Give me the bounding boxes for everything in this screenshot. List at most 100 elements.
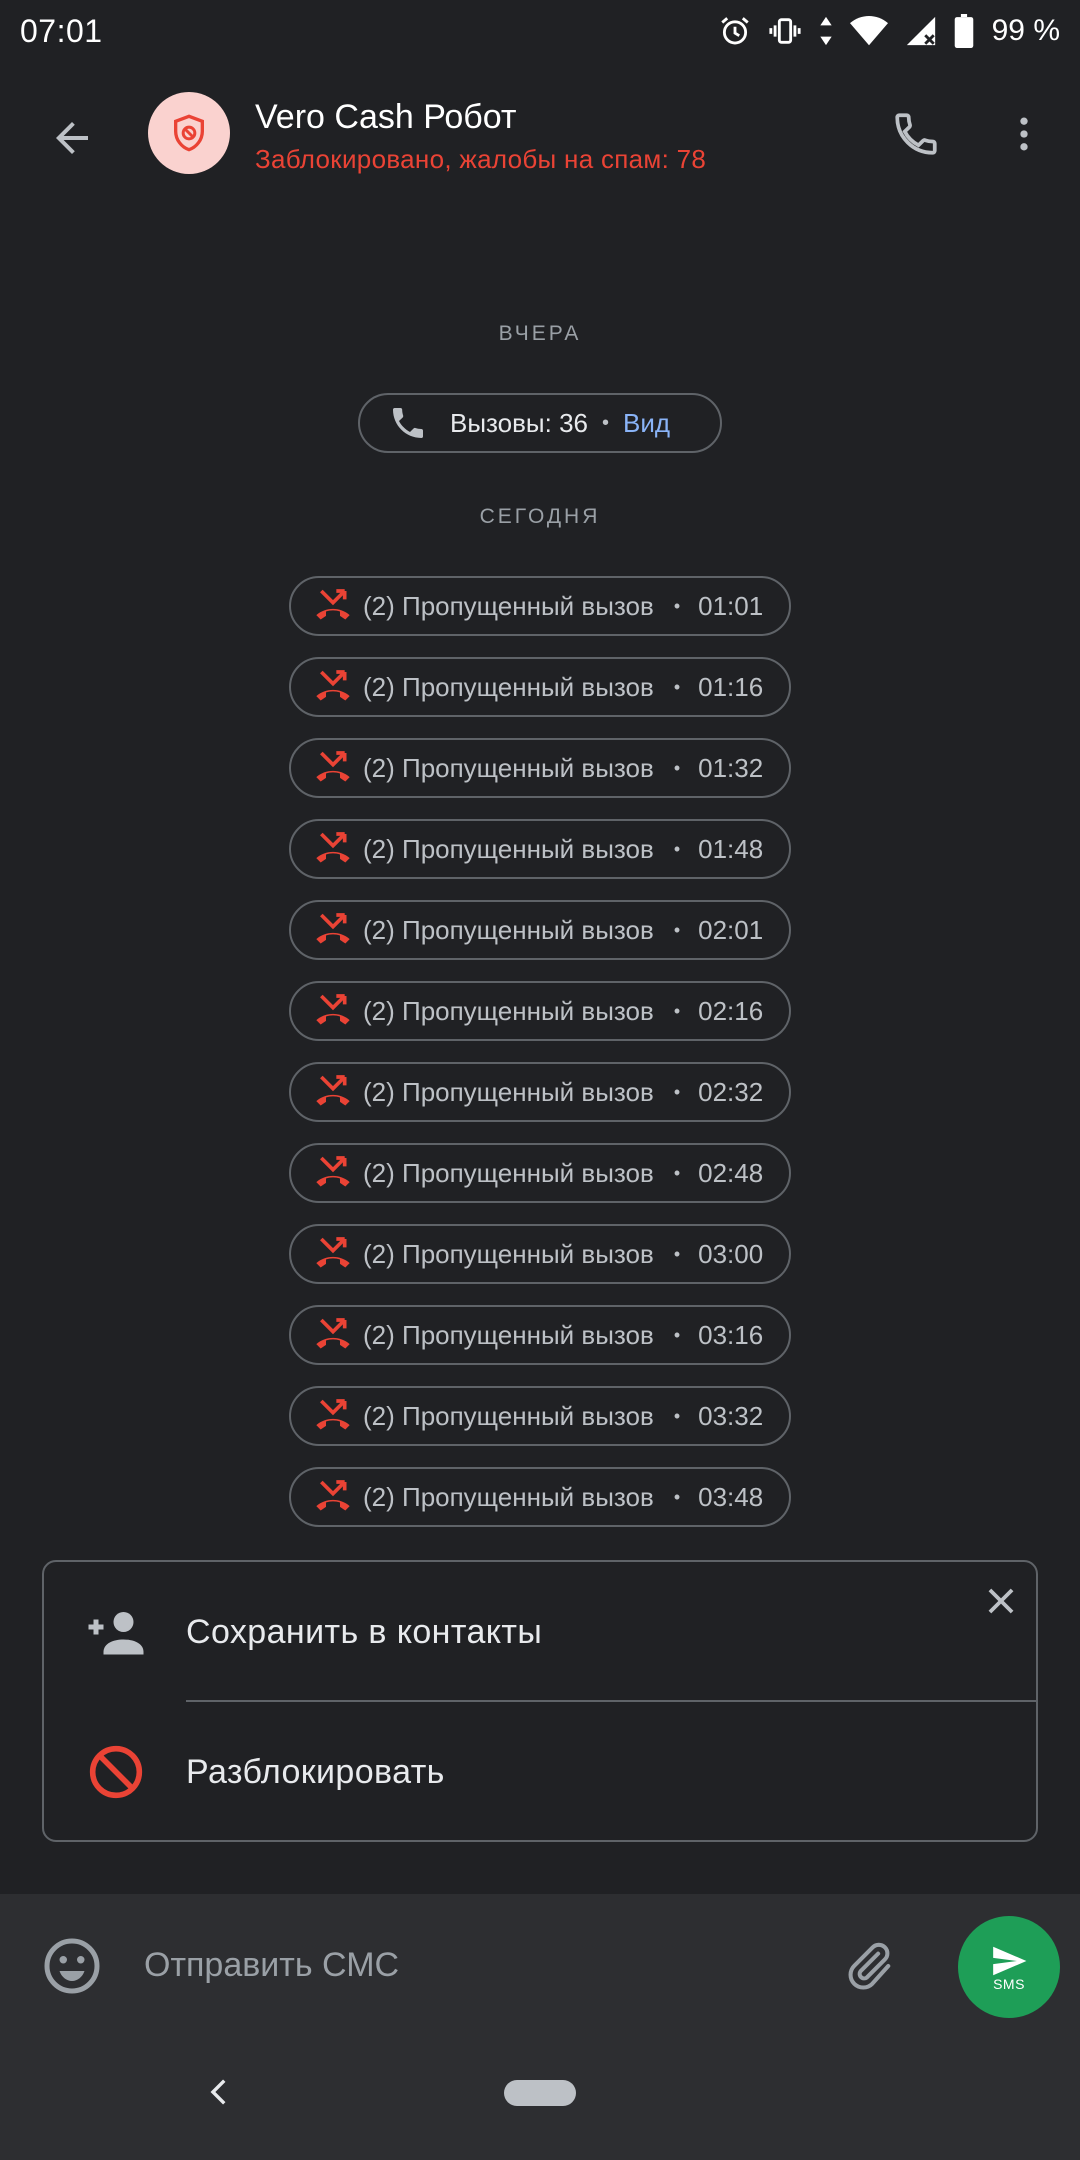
battery-icon bbox=[954, 14, 974, 48]
missed-call-label: (2) Пропущенный вызов bbox=[363, 671, 654, 702]
separator-dot: • bbox=[673, 1081, 681, 1102]
missed-call-pill[interactable]: (2) Пропущенный вызов • 01:16 bbox=[289, 657, 791, 717]
status-time: 07:01 bbox=[20, 12, 103, 49]
missed-call-label: (2) Пропущенный вызов bbox=[363, 1481, 654, 1512]
signal-icon bbox=[904, 14, 938, 48]
missed-call-time: 02:01 bbox=[698, 914, 764, 945]
calls-summary-pill[interactable]: Вызовы: 36 • Вид bbox=[358, 393, 722, 453]
separator-dot: • bbox=[673, 595, 681, 616]
more-vert-icon bbox=[1020, 117, 1028, 151]
send-sms-label: SMS bbox=[993, 1976, 1025, 1992]
app-bar: Vero Cash Робот Заблокировано, жалобы на… bbox=[0, 62, 1080, 202]
view-calls-link[interactable]: Вид bbox=[623, 408, 670, 439]
message-input[interactable] bbox=[138, 1930, 798, 2000]
send-sms-button[interactable]: SMS bbox=[958, 1916, 1060, 2018]
missed-call-icon bbox=[313, 1234, 353, 1274]
avatar[interactable] bbox=[148, 92, 230, 174]
paperclip-icon bbox=[848, 1942, 891, 1990]
call-button[interactable] bbox=[880, 98, 952, 170]
missed-call-pill[interactable]: (2) Пропущенный вызов • 02:48 bbox=[289, 1143, 791, 1203]
contact-name[interactable]: Vero Cash Робот bbox=[255, 98, 517, 137]
missed-call-pill[interactable]: (2) Пропущенный вызов • 03:00 bbox=[289, 1224, 791, 1284]
missed-call-pill[interactable]: (2) Пропущенный вызов • 03:48 bbox=[289, 1467, 791, 1527]
save-to-contacts-button[interactable]: Сохранить в контакты bbox=[44, 1562, 1036, 1702]
wifi-icon bbox=[849, 14, 888, 48]
separator-dot: • bbox=[673, 919, 681, 940]
more-options-button[interactable] bbox=[988, 98, 1060, 170]
date-divider-today: СЕГОДНЯ bbox=[479, 505, 601, 528]
missed-call-label: (2) Пропущенный вызов bbox=[363, 590, 654, 621]
missed-call-icon bbox=[313, 910, 353, 950]
missed-call-icon bbox=[313, 991, 353, 1031]
missed-call-label: (2) Пропущенный вызов bbox=[363, 1319, 654, 1350]
status-bar: 07:01 99 % bbox=[0, 0, 1080, 62]
missed-call-icon bbox=[313, 1072, 353, 1112]
emoji-button[interactable] bbox=[40, 1934, 104, 1998]
missed-call-icon bbox=[313, 1477, 353, 1517]
missed-call-icon bbox=[313, 1396, 353, 1436]
emoji-icon bbox=[44, 1938, 100, 1994]
phone-icon bbox=[895, 113, 937, 155]
missed-call-time: 01:48 bbox=[698, 833, 764, 864]
separator-dot: • bbox=[673, 757, 681, 778]
back-button[interactable] bbox=[36, 102, 108, 174]
missed-call-pill[interactable]: (2) Пропущенный вызов • 02:16 bbox=[289, 981, 791, 1041]
missed-call-pill[interactable]: (2) Пропущенный вызов • 01:01 bbox=[289, 576, 791, 636]
compose-bar: SMS bbox=[0, 1894, 1080, 2038]
alarm-icon bbox=[718, 14, 752, 48]
vibrate-icon bbox=[768, 14, 802, 48]
separator-dot: • bbox=[673, 838, 681, 859]
status-icons: 99 % bbox=[718, 14, 1060, 48]
save-to-contacts-label: Сохранить в контакты bbox=[186, 1612, 543, 1651]
missed-call-icon bbox=[313, 667, 353, 707]
system-nav-bar bbox=[0, 2038, 1080, 2160]
missed-call-pill[interactable]: (2) Пропущенный вызов • 03:32 bbox=[289, 1386, 791, 1446]
missed-call-pill[interactable]: (2) Пропущенный вызов • 01:32 bbox=[289, 738, 791, 798]
missed-call-icon bbox=[313, 586, 353, 626]
separator-dot: • bbox=[673, 1000, 681, 1021]
separator-dot: • bbox=[673, 1486, 681, 1507]
missed-call-label: (2) Пропущенный вызов bbox=[363, 914, 654, 945]
date-divider-yesterday: ВЧЕРА bbox=[498, 322, 582, 345]
missed-call-time: 01:32 bbox=[698, 752, 764, 783]
nav-back-button[interactable] bbox=[196, 2068, 244, 2116]
missed-call-label: (2) Пропущенный вызов bbox=[363, 833, 654, 864]
missed-call-pill[interactable]: (2) Пропущенный вызов • 01:48 bbox=[289, 819, 791, 879]
missed-call-label: (2) Пропущенный вызов bbox=[363, 1400, 654, 1431]
missed-call-time: 02:48 bbox=[698, 1157, 764, 1188]
unblock-label: Разблокировать bbox=[186, 1752, 445, 1791]
missed-call-label: (2) Пропущенный вызов bbox=[363, 1157, 654, 1188]
attach-button[interactable] bbox=[836, 1934, 900, 1998]
missed-call-label: (2) Пропущенный вызов bbox=[363, 1076, 654, 1107]
chevron-left-icon bbox=[210, 2079, 226, 2105]
missed-call-pill[interactable]: (2) Пропущенный вызов • 02:01 bbox=[289, 900, 791, 960]
missed-call-time: 03:32 bbox=[698, 1400, 764, 1431]
missed-call-time: 01:16 bbox=[698, 671, 764, 702]
blocked-actions-card: Сохранить в контакты Разблокировать bbox=[42, 1560, 1038, 1842]
missed-call-time: 02:16 bbox=[698, 995, 764, 1026]
missed-call-icon bbox=[313, 748, 353, 788]
blocked-status: Заблокировано, жалобы на спам: 78 bbox=[255, 144, 707, 174]
missed-call-time: 03:16 bbox=[698, 1319, 764, 1350]
unblock-button[interactable]: Разблокировать bbox=[44, 1702, 1036, 1842]
blocked-shield-icon bbox=[174, 114, 204, 152]
data-arrows-icon bbox=[818, 14, 834, 48]
missed-call-label: (2) Пропущенный вызов bbox=[363, 1238, 654, 1269]
missed-call-pill[interactable]: (2) Пропущенный вызов • 02:32 bbox=[289, 1062, 791, 1122]
battery-percent: 99 % bbox=[991, 14, 1060, 47]
separator-dot: • bbox=[673, 1405, 681, 1426]
missed-call-time: 03:48 bbox=[698, 1481, 764, 1512]
nav-home-pill[interactable] bbox=[504, 2080, 576, 2106]
separator-dot: • bbox=[602, 411, 610, 434]
separator-dot: • bbox=[673, 1243, 681, 1264]
arrow-back-icon bbox=[56, 122, 88, 154]
calls-count: Вызовы: 36 bbox=[450, 407, 588, 438]
separator-dot: • bbox=[673, 1324, 681, 1345]
missed-call-time: 02:32 bbox=[698, 1076, 764, 1107]
missed-call-icon bbox=[313, 1315, 353, 1355]
missed-call-label: (2) Пропущенный вызов bbox=[363, 995, 654, 1026]
missed-call-icon bbox=[313, 829, 353, 869]
send-icon bbox=[993, 1946, 1027, 1976]
missed-call-pill[interactable]: (2) Пропущенный вызов • 03:16 bbox=[289, 1305, 791, 1365]
person-add-icon bbox=[84, 1600, 148, 1664]
